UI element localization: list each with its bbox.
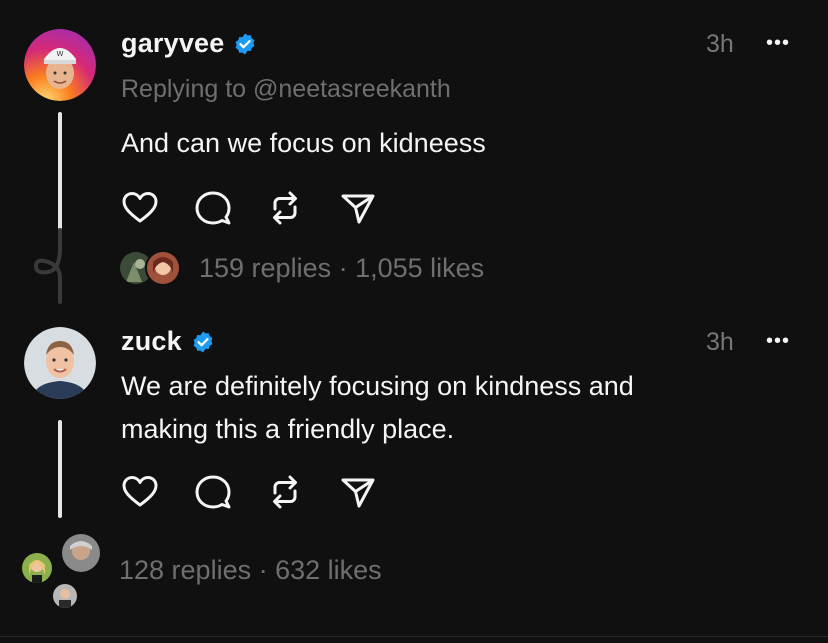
send-icon — [341, 478, 375, 508]
thread-line — [58, 112, 62, 230]
username[interactable]: zuck — [121, 326, 182, 357]
repost-icon — [273, 475, 297, 509]
comment-bubble-icon — [195, 475, 231, 509]
post-text-line-2: making this a friendly place. — [121, 414, 455, 444]
svg-text:W: W — [57, 50, 64, 58]
heart-icon — [122, 476, 158, 507]
like-button[interactable] — [120, 472, 160, 512]
reply-button[interactable] — [193, 472, 233, 512]
share-button[interactable] — [338, 188, 378, 228]
post-header: zuck — [121, 326, 215, 357]
timestamp: 3h — [706, 328, 734, 356]
repost-button[interactable] — [265, 188, 305, 228]
like-button[interactable] — [120, 188, 160, 228]
post-stats[interactable]: 159 replies · 1,055 likes — [199, 253, 484, 284]
send-icon — [341, 194, 375, 224]
post-text: And can we focus on kidneess — [121, 128, 486, 158]
thread-line — [58, 420, 62, 518]
post-garyvee: W garyvee 3h ••• Replying to @neetasreek… — [0, 0, 828, 318]
repost-button[interactable] — [265, 472, 305, 512]
reply-button[interactable] — [193, 188, 233, 228]
post-header: garyvee — [121, 28, 257, 59]
avatar-garyvee[interactable]: W — [24, 29, 96, 101]
reply-avatar-2 — [20, 551, 54, 585]
post-text-line-1: We are definitely focusing on kindness a… — [121, 371, 634, 401]
reply-avatar-1 — [60, 532, 102, 574]
reply-avatar-3 — [51, 582, 79, 610]
divider — [0, 636, 828, 637]
share-button[interactable] — [338, 472, 378, 512]
comment-bubble-icon — [195, 191, 231, 225]
verified-badge-icon — [233, 32, 257, 56]
replying-to-label[interactable]: Replying to @neetasreekanth — [121, 75, 451, 104]
repost-icon — [273, 191, 297, 225]
post-zuck: zuck 3h ••• We are definitely focusing o… — [0, 318, 828, 643]
post-stats[interactable]: 128 replies · 632 likes — [119, 555, 382, 586]
reply-avatar-2 — [145, 250, 181, 286]
timestamp: 3h — [706, 30, 734, 58]
avatar-zuck[interactable] — [24, 327, 96, 399]
username[interactable]: garyvee — [121, 28, 224, 59]
thread-connector-icon — [30, 228, 70, 309]
verified-badge-icon — [191, 330, 215, 354]
heart-icon — [122, 192, 158, 223]
more-options-button[interactable]: ••• — [766, 330, 790, 353]
more-options-button[interactable]: ••• — [766, 32, 790, 55]
